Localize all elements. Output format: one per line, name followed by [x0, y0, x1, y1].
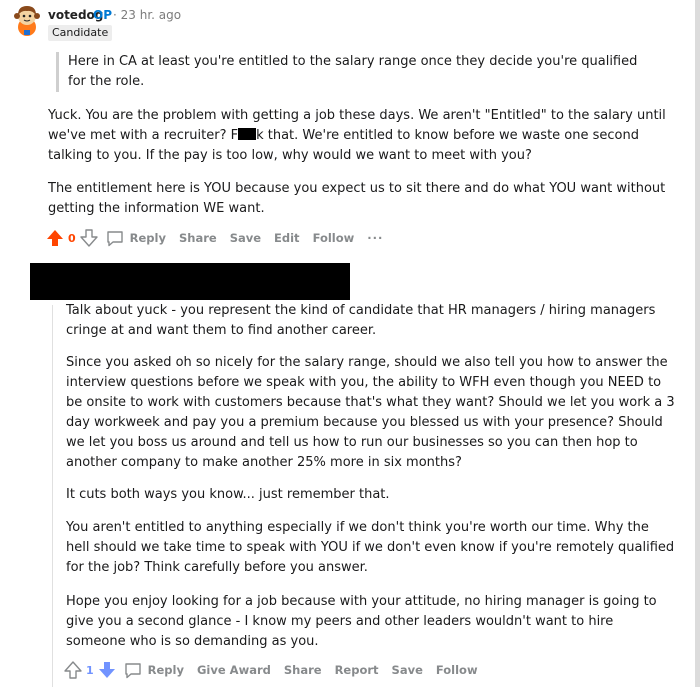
reply-button[interactable]: Reply [124, 662, 184, 679]
save-button[interactable]: Save [230, 231, 261, 245]
edit-button[interactable]: Edit [274, 231, 300, 245]
comment-paragraph: You aren't entitled to anything especial… [66, 520, 675, 575]
downvote-icon[interactable] [98, 661, 116, 679]
downvote-icon[interactable] [79, 229, 98, 247]
scrollbar[interactable] [695, 0, 700, 687]
comment-action-bar: 0 Reply Share Save Edit Follow ··· [46, 228, 396, 248]
reply-icon [106, 230, 123, 246]
user-flair: Candidate [48, 25, 113, 41]
thread-line[interactable] [52, 305, 53, 687]
comment-timestamp[interactable]: · 23 hr. ago [113, 8, 181, 22]
op-badge: OP [93, 8, 112, 22]
blockquote: Here in CA at least you're entitled to t… [56, 52, 658, 92]
share-button[interactable]: Share [284, 663, 322, 677]
more-options-icon[interactable]: ··· [367, 231, 383, 245]
avatar[interactable] [12, 3, 42, 37]
redaction-block [238, 128, 257, 140]
comment-paragraph: It cuts both ways you know... just remem… [66, 487, 390, 502]
comment-paragraph: Hope you enjoy looking for a job because… [66, 594, 657, 649]
comment-paragraph: Talk about yuck - you represent the kind… [66, 303, 656, 338]
vote-score: 1 [86, 663, 94, 677]
follow-button[interactable]: Follow [313, 231, 355, 245]
share-button[interactable]: Share [179, 231, 217, 245]
reply-button[interactable]: Reply [106, 230, 166, 247]
upvote-icon[interactable] [64, 661, 82, 679]
comment-paragraph: The entitlement here is YOU because you … [48, 181, 666, 216]
give-award-button[interactable]: Give Award [197, 663, 271, 677]
report-button[interactable]: Report [335, 663, 379, 677]
redacted-author-block [30, 263, 350, 300]
comment-paragraph: Since you asked oh so nicely for the sal… [66, 355, 675, 470]
upvote-icon[interactable] [46, 229, 64, 247]
reply-icon [124, 662, 141, 678]
save-button[interactable]: Save [392, 663, 423, 677]
comment-action-bar: 1 Reply Give Award Share Report Save Fol… [64, 660, 491, 680]
vote-score: 0 [68, 231, 76, 245]
follow-button[interactable]: Follow [436, 663, 478, 677]
comment-paragraph: Yuck. You are the problem with getting a… [48, 108, 666, 163]
